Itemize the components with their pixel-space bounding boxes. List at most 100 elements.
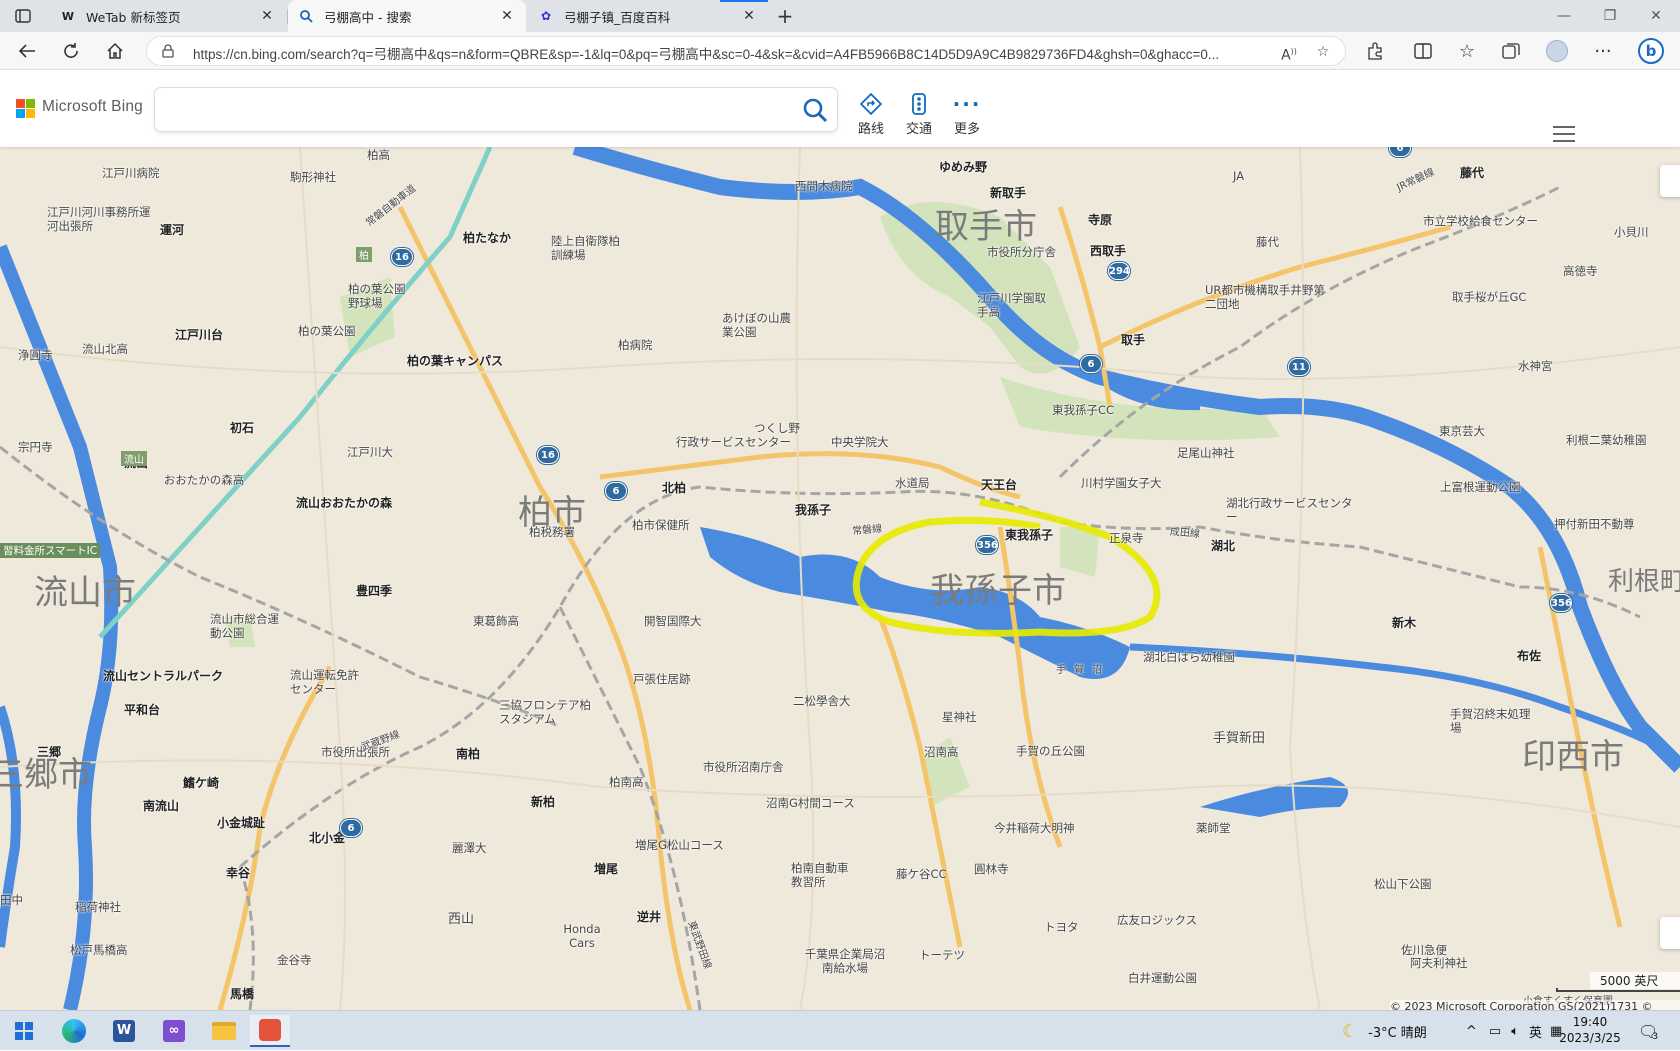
tab-actions-icon[interactable] [10,4,36,28]
map-poi-label: 新木 [1392,616,1417,630]
map-poi-label: 取手桜が丘GC [1452,290,1527,304]
map-poi-label: 流山市総合運動公園 [210,612,279,640]
notification-center-button[interactable]: 🗨︎ 3 [1638,1011,1664,1051]
file-explorer-icon[interactable] [204,1015,244,1047]
map-poi-label: 手賀沼終末処理場 [1450,707,1531,735]
search-box [155,88,837,131]
recorder-icon[interactable] [250,1015,290,1047]
browser-toolbar: https://cn.bing.com/search?q=弓棚高中&qs=n&f… [0,32,1680,70]
close-window-icon[interactable]: ✕ [1633,0,1679,32]
route-shield: 11 [1288,358,1310,376]
map-poi-label: 流山おおたかの森 [296,496,393,510]
edge-icon[interactable] [54,1015,94,1047]
ime-indicator[interactable]: 英 [1529,1022,1542,1041]
map-poi-label: 行政サービスセンター [676,435,791,449]
route-shield: 294 [1108,262,1130,280]
map-poi-label: 平和台 [124,703,161,717]
weather-widget[interactable]: ☾ -3°C 晴朗 [1342,1011,1427,1051]
split-screen-icon[interactable] [1408,37,1438,65]
map-poi-label: 豊四季 [356,584,393,598]
map-poi-label: 江戸川河川事務所運河出張所 [47,205,151,233]
map-poi-label: 新取手 [990,186,1027,200]
map-poi-label: 柏税務署 [529,525,575,539]
map-scale-label: 5000 英尺 [1590,972,1680,989]
directions-button[interactable]: 路线 [849,92,893,137]
map-poi-label: 利根二葉幼稚園 [1566,433,1647,447]
map-attribution: © 2023 Microsoft Corporation GS(2021)173… [1390,1000,1680,1010]
map-poi-label: 宗円寺 [18,440,53,454]
favorite-add-icon[interactable]: ☆ [1313,42,1333,62]
address-bar[interactable]: https://cn.bing.com/search?q=弓棚高中&qs=n&f… [146,36,1346,66]
map-poi-label: ゆめみ野 [939,160,988,174]
microsoft-logo-icon[interactable] [16,99,36,119]
map-poi-label: 市役所分庁舎 [987,245,1056,259]
more-button[interactable]: ··· 更多 [945,92,989,137]
map-poi-label: 田中 [0,893,23,907]
windows-start-icon[interactable] [4,1015,44,1047]
map-layer-button[interactable] [1660,165,1680,197]
lock-icon[interactable] [161,44,175,58]
map-poi-label: 西取手 [1090,244,1127,258]
back-icon[interactable] [12,37,42,65]
minimize-icon[interactable]: — [1541,0,1587,32]
map-road-label: 流山 [121,451,147,466]
map-poi-label: 佐川急便 [1401,943,1447,957]
more-menu-icon[interactable]: ··· [1588,37,1618,65]
clock[interactable]: 19:40 2023/3/25 [1558,1014,1622,1046]
route-shield: 16 [391,248,413,266]
network-icon[interactable]: ▭ [1489,1024,1501,1039]
map-poi-label: 麗澤大 [452,841,487,855]
extensions-icon[interactable] [1360,37,1390,65]
search-input[interactable] [167,97,767,121]
map-poi-label: 水道局 [895,476,930,490]
refresh-icon[interactable] [56,37,86,65]
tab-bing-search[interactable]: 弓棚高中 - 搜索 ✕ [288,0,526,32]
brand-name[interactable]: Microsoft Bing [42,98,143,116]
taskbar: W ∞ ☾ -3°C 晴朗 ^ ▭ 🔈︎ 英 ▦ 19:40 2023/3/25… [0,1010,1680,1050]
tab-baidu-baike[interactable]: ✿ 弓棚子镇_百度百科 ✕ [528,0,768,32]
new-tab-button[interactable]: + [772,3,798,29]
chevron-up-icon[interactable]: ^ [1466,1024,1477,1039]
map-poi-label: 稲荷神社 [75,900,121,914]
tab-label: WeTab 新标签页 [86,9,181,25]
map-city-label: 我孫子市 [930,571,1066,611]
traffic-button[interactable]: 交通 [897,92,941,137]
moon-icon: ☾ [1342,1020,1359,1042]
url-text[interactable]: https://cn.bing.com/search?q=弓棚高中&qs=n&f… [193,43,1263,63]
map-poi-label: 広友ロジックス [1117,913,1198,927]
map-poi-label: 浄圓寺 [18,348,53,362]
map-poi-label: 柏たなか [463,231,512,245]
map-poi-label: トヨタ [1044,920,1079,934]
collections-icon[interactable] [1496,37,1526,65]
map-poi-label: 北小金 [309,831,346,845]
favorites-icon[interactable]: ☆ [1452,37,1482,65]
close-icon[interactable]: ✕ [498,8,516,24]
map-poi-label: 初石 [230,421,255,435]
directions-label: 路线 [857,122,884,137]
bing-copilot-icon[interactable]: b [1636,37,1666,65]
map-poi-label: 陸上自衛隊柏訓練場 [551,234,620,262]
home-icon[interactable] [100,37,130,65]
close-icon[interactable]: ✕ [740,8,758,24]
profile-avatar-icon[interactable] [1542,37,1572,65]
visual-studio-icon[interactable]: ∞ [154,1015,194,1047]
restore-icon[interactable]: ❐ [1587,0,1633,32]
search-icon[interactable] [801,96,829,124]
map-road-label: 柏 [356,247,372,262]
hamburger-menu-icon[interactable] [1553,126,1575,142]
map-poi-label: 馬橋 [230,987,255,1001]
tray-icons: ^ ▭ 🔈︎ 英 ▦ [1466,1011,1562,1051]
traffic-label: 交通 [905,122,932,137]
map-city-label: 取手市 [935,207,1037,247]
volume-icon[interactable]: 🔈︎ [1511,1024,1519,1039]
word-icon[interactable]: W [104,1015,144,1047]
map-poi-label: あけぼの山農業公園 [722,311,791,339]
map-poi-label: 松戸馬橋高 [70,943,128,957]
map-poi-label: 北柏 [662,481,687,495]
read-aloud-icon[interactable]: A)) [1279,42,1299,64]
map-canvas[interactable]: 取手市 柏市 我孫子市 流山市 利根町 印西市 三郷市 江戸川病院 駒形神社 柏… [0,147,1680,1010]
map-feedback-button[interactable] [1660,917,1680,949]
map-poi-label: 市役所沼南庁舎 [703,760,784,774]
close-icon[interactable]: ✕ [258,8,276,24]
tab-wetab[interactable]: W WeTab 新标签页 ✕ [50,0,286,32]
